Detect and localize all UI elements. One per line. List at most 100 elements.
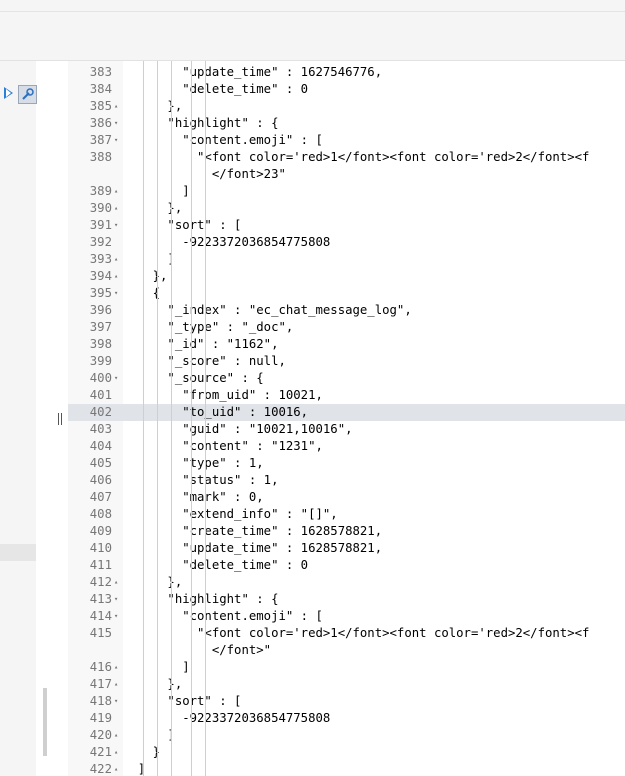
code-line[interactable]: 410 "update_time" : 1628578821,	[68, 540, 625, 557]
fold-close-icon[interactable]: ▴	[114, 744, 118, 761]
left-scrollbar[interactable]	[43, 688, 47, 756]
code-line[interactable]: 413 ▾ "highlight" : {	[68, 591, 625, 608]
code-text: "extend_info" : "[]",	[123, 507, 338, 521]
line-number: 388	[89, 150, 112, 164]
code-text: "type" : 1,	[123, 456, 264, 470]
code-line[interactable]: </font>"	[68, 642, 625, 659]
line-number: 419	[89, 711, 112, 725]
fold-close-icon[interactable]: ▴	[114, 251, 118, 268]
code-text: "mark" : 0,	[123, 490, 264, 504]
code-line[interactable]: 411 "delete_time" : 0	[68, 557, 625, 574]
code-text: -9223372036854775808	[123, 711, 331, 725]
code-line[interactable]: 390 ▴ },	[68, 200, 625, 217]
code-line[interactable]: 418 ▾ "sort" : [	[68, 693, 625, 710]
fold-close-icon[interactable]: ▴	[114, 268, 118, 285]
code-line[interactable]: 405 "type" : 1,	[68, 455, 625, 472]
code-line[interactable]: 419 -9223372036854775808	[68, 710, 625, 727]
line-number: 390	[89, 201, 112, 215]
line-number: 413	[89, 592, 112, 606]
play-icon[interactable]	[4, 87, 13, 99]
code-line[interactable]: 385 ▴ },	[68, 98, 625, 115]
line-number: 408	[89, 507, 112, 521]
fold-open-icon[interactable]: ▾	[114, 608, 118, 625]
code-line[interactable]: </font>23"	[68, 166, 625, 183]
fold-close-icon[interactable]: ▴	[114, 183, 118, 200]
code-line[interactable]: 404 "content" : "1231",	[68, 438, 625, 455]
fold-open-icon[interactable]: ▾	[114, 693, 118, 710]
fold-close-icon[interactable]: ▴	[114, 200, 118, 217]
code-line[interactable]: 415 "<font color='red>1</font><font colo…	[68, 625, 625, 642]
code-line[interactable]: 408 "extend_info" : "[]",	[68, 506, 625, 523]
code-text: "content.emoji" : [	[123, 133, 323, 147]
line-number: 406	[89, 473, 112, 487]
line-number: 399	[89, 354, 112, 368]
fold-close-icon[interactable]: ▴	[114, 574, 118, 591]
code-line[interactable]: 396 "_index" : "ec_chat_message_log",	[68, 302, 625, 319]
line-number: 400	[89, 371, 112, 385]
code-line[interactable]: 387 ▾ "content.emoji" : [	[68, 132, 625, 149]
line-number: 415	[89, 626, 112, 640]
code-line[interactable]: 386 ▾ "highlight" : {	[68, 115, 625, 132]
response-editor[interactable]: 383 "update_time" : 1627546776, 384 "dele…	[68, 61, 625, 776]
fold-close-icon[interactable]: ▴	[114, 659, 118, 676]
line-number: 417	[89, 677, 112, 691]
selected-request-row[interactable]	[0, 544, 36, 561]
code-text: "create_time" : 1628578821,	[123, 524, 383, 538]
fold-open-icon[interactable]: ▾	[114, 285, 118, 302]
line-number: 402	[89, 405, 112, 419]
code-text: "to_uid" : 10016,	[123, 405, 309, 419]
line-number: 395	[89, 286, 112, 300]
code-text: "delete_time" : 0	[123, 558, 309, 572]
fold-open-icon[interactable]: ▾	[114, 591, 118, 608]
fold-close-icon[interactable]: ▴	[114, 98, 118, 115]
code-line[interactable]: 402 "to_uid" : 10016,	[68, 404, 625, 421]
code-text: -9223372036854775808	[123, 235, 331, 249]
line-number: 414	[89, 609, 112, 623]
code-line[interactable]: 393 ▴ ]	[68, 251, 625, 268]
code-text: "highlight" : {	[123, 592, 279, 606]
panel-resize-handle[interactable]	[58, 413, 63, 425]
code-line[interactable]: 414 ▾ "content.emoji" : [	[68, 608, 625, 625]
code-text: "status" : 1,	[123, 473, 279, 487]
code-line[interactable]: 388 "<font color='red>1</font><font colo…	[68, 149, 625, 166]
fold-close-icon[interactable]: ▴	[114, 727, 118, 744]
code-line[interactable]: 407 "mark" : 0,	[68, 489, 625, 506]
wrench-icon[interactable]	[18, 85, 37, 104]
code-line[interactable]: 383 "update_time" : 1627546776,	[68, 64, 625, 81]
fold-open-icon[interactable]: ▾	[114, 115, 118, 132]
code-line[interactable]: 399 "_score" : null,	[68, 353, 625, 370]
code-line[interactable]: 389 ▴ ]	[68, 183, 625, 200]
code-line[interactable]: 406 "status" : 1,	[68, 472, 625, 489]
code-line[interactable]: 398 "_id" : "1162",	[68, 336, 625, 353]
code-text: "update_time" : 1628578821,	[123, 541, 383, 555]
code-line[interactable]: 401 "from_uid" : 10021,	[68, 387, 625, 404]
line-number: 410	[89, 541, 112, 555]
code-line[interactable]: 391 ▾ "sort" : [	[68, 217, 625, 234]
code-line[interactable]: 395 ▾ {	[68, 285, 625, 302]
code-line[interactable]: 416 ▴ ]	[68, 659, 625, 676]
code-text: "content.emoji" : [	[123, 609, 323, 623]
fold-close-icon[interactable]: ▴	[114, 761, 118, 776]
code-line[interactable]: 384 "delete_time" : 0	[68, 81, 625, 98]
code-line[interactable]: 403 "guid" : "10021,10016",	[68, 421, 625, 438]
code-line[interactable]: 394 ▴ },	[68, 268, 625, 285]
code-text: "_type" : "_doc",	[123, 320, 294, 334]
fold-open-icon[interactable]: ▾	[114, 217, 118, 234]
line-number: 405	[89, 456, 112, 470]
code-line[interactable]: 421 ▴ }	[68, 744, 625, 761]
line-number: 421	[89, 745, 112, 759]
fold-open-icon[interactable]: ▾	[114, 132, 118, 149]
fold-close-icon[interactable]: ▴	[114, 676, 118, 693]
code-line[interactable]: 420 ▴ ]	[68, 727, 625, 744]
code-line[interactable]: 422 ▴ ]	[68, 761, 625, 776]
code-line[interactable]: 412 ▴ },	[68, 574, 625, 591]
code-line[interactable]: 409 "create_time" : 1628578821,	[68, 523, 625, 540]
line-number: 411	[89, 558, 112, 572]
code-line[interactable]: 417 ▴ },	[68, 676, 625, 693]
code-text: </font>"	[123, 643, 272, 657]
code-line[interactable]: 397 "_type" : "_doc",	[68, 319, 625, 336]
code-line[interactable]: 400 ▾ "_source" : {	[68, 370, 625, 387]
code-line[interactable]: 392 -9223372036854775808	[68, 234, 625, 251]
fold-open-icon[interactable]: ▾	[114, 370, 118, 387]
code-text: "from_uid" : 10021,	[123, 388, 323, 402]
